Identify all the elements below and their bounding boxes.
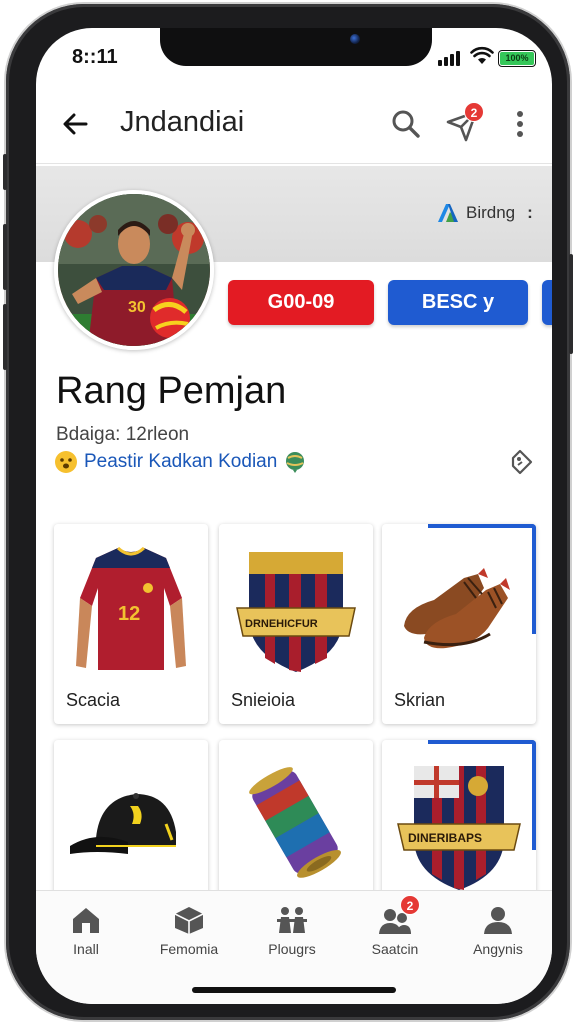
branding-link[interactable]: Birdng : — [436, 202, 533, 224]
globe-icon — [286, 452, 305, 473]
crest-text: DRNEHICFUR — [245, 618, 318, 630]
notch — [160, 28, 432, 66]
team-link[interactable]: Peastir Kadkan Kodian — [54, 450, 307, 474]
nav-label: Saatcin — [371, 941, 419, 957]
can-icon — [249, 767, 341, 878]
nav-item-home[interactable]: Inall — [36, 905, 136, 957]
box-icon — [174, 907, 204, 934]
club-crest-icon: DRNEHICFUR — [236, 552, 356, 672]
player-photo: 30 — [58, 194, 210, 346]
boots-icon — [404, 568, 510, 649]
nav-item-search[interactable]: 2 Saatcin — [345, 895, 445, 957]
profile-meta: Bdaiga: 12rleon — [56, 424, 190, 445]
secondary-action-button[interactable]: BESC y — [388, 280, 528, 325]
front-camera — [350, 34, 360, 44]
phone-frame: 8::11 100% Jndandiai 2 Birdng: 30 G00-0… — [3, 4, 573, 1020]
signal-icon — [438, 50, 464, 66]
players-icon — [277, 907, 307, 933]
power-button — [569, 254, 573, 354]
selected-accent — [428, 524, 536, 528]
jersey-icon: 12 — [76, 546, 186, 670]
bottom-nav: Inall Femomia Plougrs 2 Saatcin Angynis — [36, 890, 552, 1004]
nav-label: Plougrs — [268, 941, 316, 957]
volume-down-button — [3, 304, 7, 370]
crest-icon: DINERIBAPS — [397, 766, 521, 890]
tag-icon[interactable] — [506, 448, 534, 476]
team-name: Peastir Kadkan Kodian — [84, 451, 278, 472]
jersey-number: 30 — [128, 299, 146, 316]
nav-label: Angynis — [473, 941, 523, 957]
selected-accent-side — [532, 524, 536, 634]
emoji-icon — [55, 451, 77, 473]
item-label: Skrian — [394, 690, 446, 710]
back-arrow-icon[interactable] — [58, 106, 94, 142]
branding-label: Birdng — [466, 203, 516, 222]
app-title: Jndandiai — [120, 106, 245, 138]
notification-badge: 2 — [464, 102, 484, 122]
screen: 8::11 100% Jndandiai 2 Birdng: 30 G00-0… — [36, 28, 552, 1004]
nav-item-femomia[interactable]: Femomia — [139, 905, 239, 957]
battery-level: 100% — [500, 52, 534, 65]
nav-label: Femomia — [159, 941, 219, 957]
status-time: 8::11 — [72, 46, 118, 68]
overflow-action-button[interactable] — [542, 280, 552, 325]
item-card[interactable]: Skrian — [382, 524, 536, 724]
selected-accent — [428, 740, 536, 744]
app-bar: Jndandiai 2 — [36, 88, 552, 164]
home-icon — [73, 908, 99, 933]
nav-item-profile[interactable]: Angynis — [448, 905, 548, 957]
item-label: Snieioia — [231, 690, 296, 710]
item-label: Scacia — [66, 690, 121, 710]
crest-text: DINERIBAPS — [408, 831, 482, 845]
nav-label: Inall — [73, 941, 99, 957]
notification-button[interactable]: 2 — [444, 102, 484, 146]
jersey-number-print: 12 — [118, 603, 140, 625]
primary-action-button[interactable]: G00-09 — [228, 280, 374, 325]
branding-more: : — [527, 203, 533, 222]
brand-logo-icon — [438, 204, 458, 222]
profile-name: Rang Pemjan — [56, 370, 287, 412]
more-options-icon[interactable] — [508, 106, 532, 142]
volume-up-button — [3, 224, 7, 290]
nav-item-players[interactable]: Plougrs — [242, 905, 342, 957]
search-icon[interactable] — [388, 106, 424, 142]
item-card[interactable]: 12 Scacia — [54, 524, 208, 724]
profile-icon — [484, 907, 512, 934]
battery-icon: 100% — [498, 50, 536, 67]
item-card[interactable]: DRNEHICFUR Snieioia — [219, 524, 373, 724]
cap-icon — [70, 793, 176, 854]
wifi-icon — [470, 46, 494, 64]
selected-accent-side — [532, 740, 536, 850]
nav-badge: 2 — [400, 895, 420, 915]
avatar[interactable]: 30 — [54, 190, 214, 350]
home-indicator[interactable] — [192, 987, 396, 993]
mute-switch — [3, 154, 7, 190]
